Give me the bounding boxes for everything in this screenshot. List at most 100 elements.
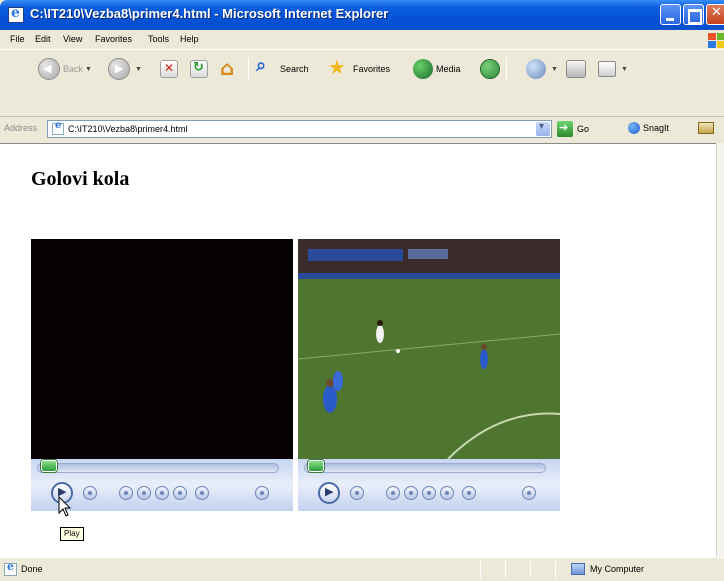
home-button[interactable] <box>220 56 243 82</box>
snagit-label: SnagIt <box>643 123 670 133</box>
media-player-1[interactable] <box>31 239 293 511</box>
next-button[interactable] <box>440 486 454 500</box>
forward-button[interactable]: ▼ <box>108 56 142 82</box>
rewind-button[interactable] <box>404 486 418 500</box>
media-player-2[interactable] <box>298 239 560 511</box>
chevron-down-icon[interactable] <box>536 121 550 136</box>
snagit-button[interactable]: SnagIt <box>628 122 669 134</box>
menu-tools[interactable]: Tools <box>148 34 169 44</box>
chevron-down-icon[interactable]: ▼ <box>551 66 558 73</box>
football-video-frame <box>298 239 560 459</box>
page-content: Golovi kola ▶ ▶ Play <box>0 143 716 557</box>
status-divider <box>555 561 556 578</box>
previous-button[interactable] <box>386 486 400 500</box>
menu-favorites[interactable]: Favorites <box>95 34 132 44</box>
star-icon <box>328 55 350 80</box>
seek-thumb[interactable] <box>41 460 57 472</box>
mail-icon <box>526 59 546 79</box>
status-bar: Done My Computer <box>0 557 724 581</box>
menu-bar: File Edit View Favorites Tools Help <box>0 30 724 50</box>
toolbar-separator <box>248 58 249 80</box>
back-arrow-icon <box>38 58 60 80</box>
stop-icon <box>160 60 178 78</box>
forward-arrow-icon <box>108 58 130 80</box>
status-divider <box>480 561 481 578</box>
address-bar: Address C:\IT210\Vezba8\primer4.html Go … <box>0 117 724 141</box>
status-divider <box>530 561 531 578</box>
media-icon <box>413 59 433 79</box>
home-icon <box>220 56 240 80</box>
favorites-button[interactable]: Favorites <box>328 55 391 82</box>
stop-button[interactable] <box>160 56 181 82</box>
fast-forward-button[interactable] <box>422 486 436 500</box>
seek-bar[interactable] <box>304 463 546 473</box>
menu-edit[interactable]: Edit <box>35 34 51 44</box>
mute-button[interactable] <box>195 486 209 500</box>
ie-icon <box>8 5 24 23</box>
page-done-icon <box>4 560 17 576</box>
media-button[interactable]: Media <box>413 56 461 82</box>
edit-button[interactable]: ▼ <box>598 56 628 82</box>
status-divider <box>505 561 506 578</box>
print-icon <box>566 60 586 78</box>
mute-button[interactable] <box>462 486 476 500</box>
menu-file[interactable]: File <box>10 34 25 44</box>
toolbar-separator <box>506 58 507 80</box>
video-display[interactable] <box>298 239 560 459</box>
mail-button[interactable]: ▼ <box>526 56 558 82</box>
go-button[interactable]: Go <box>557 121 589 137</box>
play-button[interactable] <box>318 482 340 504</box>
print-button[interactable] <box>566 56 589 82</box>
title-bar[interactable]: C:\IT210\Vezba8\primer4.html - Microsoft… <box>0 0 724 30</box>
video-display[interactable] <box>31 239 293 459</box>
mouse-cursor-icon <box>58 496 72 517</box>
search-label: Search <box>280 64 309 74</box>
page-icon <box>52 120 64 135</box>
history-icon <box>480 59 500 79</box>
browser-window: C:\IT210\Vezba8\primer4.html - Microsoft… <box>0 0 724 581</box>
refresh-button[interactable] <box>190 56 211 82</box>
volume-button[interactable] <box>522 486 536 500</box>
page-title: Golovi kola <box>31 168 130 190</box>
window-title: C:\IT210\Vezba8\primer4.html - Microsoft… <box>30 6 389 21</box>
favorites-label: Favorites <box>353 64 391 74</box>
security-zone: My Computer <box>590 564 645 574</box>
stop-button[interactable] <box>83 486 97 500</box>
standard-toolbar: Back ▼ ▼ Search Favorites Media <box>0 51 724 117</box>
volume-button[interactable] <box>255 486 269 500</box>
search-icon <box>255 55 277 80</box>
vertical-scrollbar[interactable] <box>716 143 724 557</box>
windows-logo-icon <box>700 31 724 49</box>
play-tooltip: Play <box>60 527 84 541</box>
media-label: Media <box>436 64 461 74</box>
fast-forward-button[interactable] <box>155 486 169 500</box>
chevron-down-icon[interactable]: ▼ <box>85 66 92 73</box>
chevron-down-icon[interactable]: ▼ <box>621 66 628 73</box>
chevron-down-icon[interactable]: ▼ <box>135 66 142 73</box>
seek-thumb[interactable] <box>308 460 324 472</box>
go-arrow-icon <box>557 121 573 137</box>
my-computer-icon <box>571 563 585 575</box>
address-value: C:\IT210\Vezba8\primer4.html <box>68 124 188 134</box>
close-button[interactable] <box>706 4 724 25</box>
status-text: Done <box>21 564 43 574</box>
stop-button[interactable] <box>350 486 364 500</box>
snagit-catalog-icon[interactable] <box>698 122 714 134</box>
minimize-button[interactable] <box>660 4 681 25</box>
menu-view[interactable]: View <box>63 34 82 44</box>
search-button[interactable]: Search <box>255 55 309 82</box>
menu-help[interactable]: Help <box>180 34 199 44</box>
next-button[interactable] <box>173 486 187 500</box>
previous-button[interactable] <box>119 486 133 500</box>
edit-icon <box>598 61 616 77</box>
snagit-icon <box>628 122 640 134</box>
go-label: Go <box>577 124 590 134</box>
back-label: Back <box>63 64 84 74</box>
address-input[interactable]: C:\IT210\Vezba8\primer4.html <box>47 120 552 138</box>
rewind-button[interactable] <box>137 486 151 500</box>
back-button[interactable]: Back ▼ <box>38 56 92 82</box>
seek-bar[interactable] <box>37 463 279 473</box>
refresh-icon <box>190 60 208 78</box>
history-button[interactable] <box>480 56 503 82</box>
maximize-button[interactable] <box>683 4 704 25</box>
